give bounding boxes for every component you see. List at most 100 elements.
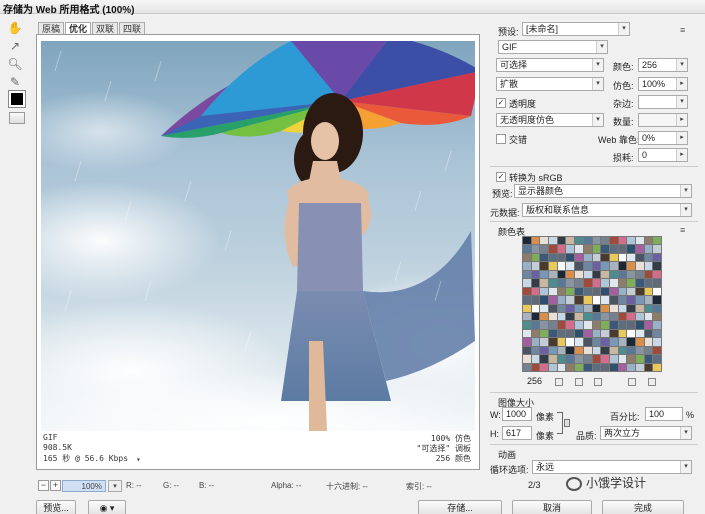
color-swatch[interactable] bbox=[557, 304, 566, 312]
color-swatch[interactable] bbox=[627, 245, 635, 253]
color-swatch[interactable] bbox=[557, 346, 566, 355]
color-swatch[interactable] bbox=[644, 338, 653, 346]
matte-select[interactable]: ▾ bbox=[638, 95, 688, 109]
eyedropper-color-swatch[interactable] bbox=[8, 90, 26, 108]
color-swatch[interactable] bbox=[618, 304, 627, 312]
preview-color-select[interactable]: 显示器颜色 ▾ bbox=[514, 184, 692, 198]
color-swatch[interactable] bbox=[557, 287, 566, 296]
color-swatch[interactable] bbox=[549, 304, 557, 312]
cancel-button[interactable]: 取消 bbox=[512, 500, 592, 514]
color-swatch[interactable] bbox=[644, 363, 653, 371]
color-swatch[interactable] bbox=[609, 321, 618, 329]
color-swatch[interactable] bbox=[618, 296, 627, 304]
color-swatch[interactable] bbox=[635, 355, 644, 363]
color-swatch[interactable] bbox=[635, 338, 644, 346]
color-swatch[interactable] bbox=[540, 363, 549, 371]
color-swatch[interactable] bbox=[575, 312, 583, 321]
color-swatch[interactable] bbox=[583, 312, 592, 321]
color-swatch[interactable] bbox=[653, 296, 661, 304]
color-swatch[interactable] bbox=[540, 338, 549, 346]
color-swatch[interactable] bbox=[523, 296, 531, 304]
color-swatch[interactable] bbox=[549, 245, 557, 253]
color-swatch[interactable] bbox=[523, 245, 531, 253]
color-swatch[interactable] bbox=[635, 279, 644, 287]
color-swatch[interactable] bbox=[653, 321, 661, 329]
color-swatch[interactable] bbox=[557, 355, 566, 363]
color-swatch[interactable] bbox=[575, 346, 583, 355]
zoom-dropdown-icon[interactable]: ▾ bbox=[108, 480, 122, 492]
color-swatch[interactable] bbox=[653, 245, 661, 253]
color-swatch[interactable] bbox=[540, 304, 549, 312]
color-swatch[interactable] bbox=[549, 270, 557, 279]
color-swatch[interactable] bbox=[601, 363, 609, 371]
color-swatch[interactable] bbox=[557, 245, 566, 253]
color-swatch[interactable] bbox=[592, 363, 601, 371]
color-swatch[interactable] bbox=[653, 270, 661, 279]
color-swatch[interactable] bbox=[566, 338, 575, 346]
color-swatch[interactable] bbox=[644, 321, 653, 329]
preview-image[interactable] bbox=[41, 41, 475, 431]
new-color-icon[interactable] bbox=[628, 378, 636, 386]
color-swatch[interactable] bbox=[566, 304, 575, 312]
color-swatch[interactable] bbox=[644, 237, 653, 245]
color-swatch[interactable] bbox=[635, 329, 644, 338]
color-swatch[interactable] bbox=[644, 287, 653, 296]
color-swatch[interactable] bbox=[601, 312, 609, 321]
color-swatch[interactable] bbox=[523, 253, 531, 262]
color-swatch[interactable] bbox=[635, 262, 644, 270]
color-swatch[interactable] bbox=[609, 312, 618, 321]
color-swatch[interactable] bbox=[540, 329, 549, 338]
color-swatch[interactable] bbox=[531, 363, 540, 371]
color-swatch[interactable] bbox=[609, 304, 618, 312]
color-swatch[interactable] bbox=[653, 346, 661, 355]
color-swatch[interactable] bbox=[601, 279, 609, 287]
color-swatch[interactable] bbox=[618, 279, 627, 287]
color-swatch[interactable] bbox=[609, 338, 618, 346]
color-swatch[interactable] bbox=[566, 245, 575, 253]
color-swatch[interactable] bbox=[575, 329, 583, 338]
color-swatch[interactable] bbox=[601, 355, 609, 363]
color-swatch[interactable] bbox=[523, 279, 531, 287]
color-swatch[interactable] bbox=[557, 312, 566, 321]
color-swatch[interactable] bbox=[618, 329, 627, 338]
color-swatch[interactable] bbox=[627, 237, 635, 245]
hand-tool-icon[interactable]: ✋ bbox=[7, 20, 23, 36]
color-swatch[interactable] bbox=[557, 296, 566, 304]
color-swatch[interactable] bbox=[531, 287, 540, 296]
color-swatch[interactable] bbox=[523, 304, 531, 312]
color-swatch[interactable] bbox=[635, 321, 644, 329]
color-swatch[interactable] bbox=[531, 338, 540, 346]
color-swatch[interactable] bbox=[601, 346, 609, 355]
amount-input[interactable]: ▸ bbox=[638, 113, 688, 127]
web-snap-input[interactable]: 0% ▸ bbox=[638, 131, 688, 145]
color-swatch[interactable] bbox=[575, 355, 583, 363]
color-swatch[interactable] bbox=[609, 363, 618, 371]
color-swatch[interactable] bbox=[549, 338, 557, 346]
color-swatch[interactable] bbox=[566, 253, 575, 262]
color-swatch[interactable] bbox=[583, 363, 592, 371]
color-swatch[interactable] bbox=[601, 321, 609, 329]
color-swatch[interactable] bbox=[566, 355, 575, 363]
color-swatch[interactable] bbox=[575, 245, 583, 253]
save-button[interactable]: 存储... bbox=[418, 500, 502, 514]
color-swatch[interactable] bbox=[583, 355, 592, 363]
color-swatch[interactable] bbox=[618, 355, 627, 363]
color-swatch[interactable] bbox=[549, 287, 557, 296]
color-swatch[interactable] bbox=[653, 304, 661, 312]
color-swatch[interactable] bbox=[557, 262, 566, 270]
color-swatch[interactable] bbox=[583, 245, 592, 253]
color-swatch[interactable] bbox=[540, 270, 549, 279]
color-swatch[interactable] bbox=[575, 279, 583, 287]
color-swatch[interactable] bbox=[575, 363, 583, 371]
color-swatch[interactable] bbox=[523, 312, 531, 321]
toggle-slices-visibility-button[interactable] bbox=[9, 112, 25, 124]
color-swatch[interactable] bbox=[627, 270, 635, 279]
color-swatch[interactable] bbox=[575, 287, 583, 296]
color-swatch[interactable] bbox=[653, 287, 661, 296]
color-swatch[interactable] bbox=[549, 355, 557, 363]
color-swatch[interactable] bbox=[566, 363, 575, 371]
color-swatch[interactable] bbox=[540, 346, 549, 355]
color-swatch[interactable] bbox=[523, 237, 531, 245]
color-swatch[interactable] bbox=[609, 346, 618, 355]
color-swatch[interactable] bbox=[566, 279, 575, 287]
